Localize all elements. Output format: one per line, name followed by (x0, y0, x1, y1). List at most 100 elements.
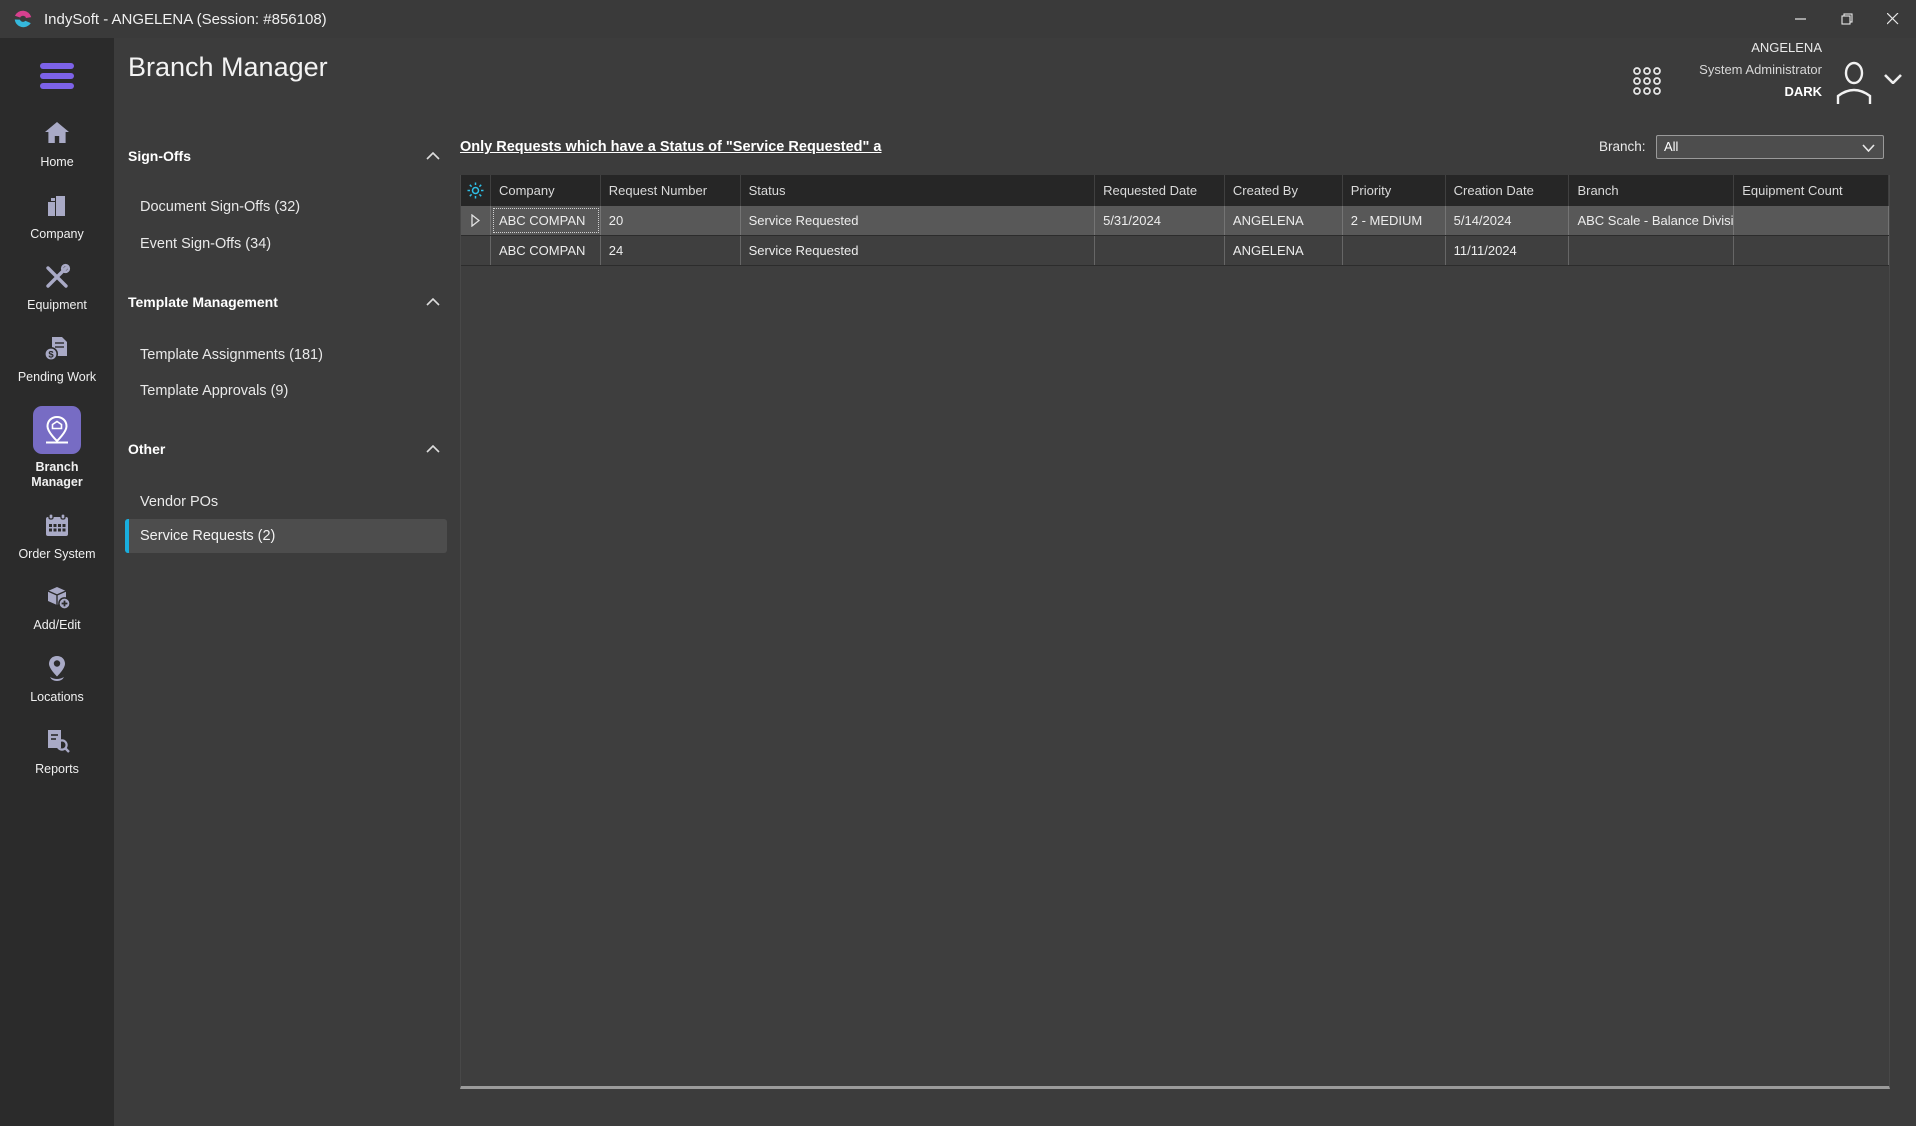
document-dollar-icon: $ (42, 334, 72, 364)
cell-equipment_count[interactable] (1734, 236, 1889, 265)
cell-branch[interactable] (1569, 236, 1734, 265)
app-logo-icon (12, 8, 34, 30)
close-button[interactable] (1870, 0, 1916, 38)
building-icon (42, 191, 72, 221)
chevron-down-icon (1862, 144, 1875, 152)
sun-settings-icon (467, 182, 484, 199)
minimize-icon (1795, 13, 1807, 25)
row-expand-button[interactable] (461, 206, 491, 235)
restore-button[interactable] (1824, 0, 1870, 38)
column-header-created_by[interactable]: Created By (1225, 175, 1343, 206)
cell-equipment_count[interactable] (1734, 206, 1889, 235)
cell-priority[interactable]: 2 - MEDIUM (1343, 206, 1446, 235)
cell-request_number[interactable]: 20 (601, 206, 741, 235)
menu-item-service-requests[interactable]: Service Requests (2) (125, 519, 447, 553)
minimize-button[interactable] (1778, 0, 1824, 38)
sidebar-item-label: Reports (35, 762, 79, 778)
sidebar-item-equipment[interactable]: Equipment (16, 253, 98, 325)
sidebar-item-branch-manager[interactable]: BranchManager (16, 397, 98, 502)
cell-created_by[interactable]: ANGELENA (1225, 236, 1343, 265)
menu-item-template-approvals[interactable]: Template Approvals (9) (140, 383, 288, 399)
sidebar-item-add-edit[interactable]: Add/Edit (16, 573, 98, 645)
close-icon (1887, 13, 1899, 25)
cell-request_number[interactable]: 24 (601, 236, 741, 265)
menu-item-event-sign-offs[interactable]: Event Sign-Offs (34) (140, 236, 271, 252)
selection-accent-bar (125, 519, 129, 553)
cell-branch[interactable]: ABC Scale - Balance Divisi (1569, 206, 1734, 235)
home-icon (42, 119, 72, 149)
user-name: ANGELENA (1699, 40, 1822, 55)
user-role: System Administrator (1699, 62, 1822, 77)
service-requests-grid: CompanyRequest NumberStatusRequested Dat… (460, 175, 1890, 1089)
column-header-request_number[interactable]: Request Number (601, 175, 741, 206)
cell-status[interactable]: Service Requested (741, 206, 1095, 235)
sidebar-item-company[interactable]: Company (16, 182, 98, 254)
window-title: IndySoft - ANGELENA (Session: #856108) (44, 11, 327, 28)
branch-dropdown-value: All (1664, 139, 1678, 154)
chevron-down-icon[interactable] (1884, 74, 1902, 84)
sidebar-item-label: Locations (30, 690, 84, 706)
grid-header-row: CompanyRequest NumberStatusRequested Dat… (461, 175, 1889, 206)
sidebar-item-pending-work[interactable]: $ Pending Work (16, 325, 98, 397)
menu-item-label: Service Requests (2) (140, 528, 275, 544)
status-filter-notice: Only Requests which have a Status of "Se… (460, 139, 882, 155)
cell-company[interactable]: ABC COMPAN (491, 206, 601, 235)
branch-filter-label: Branch: (1599, 139, 1646, 154)
grid-row[interactable]: ABC COMPAN20Service Requested5/31/2024AN… (461, 206, 1889, 236)
avatar[interactable] (1830, 58, 1878, 106)
hamburger-menu-icon[interactable] (38, 62, 76, 90)
titlebar: IndySoft - ANGELENA (Session: #856108) (0, 0, 1916, 38)
row-expand-button[interactable] (461, 236, 491, 265)
menu-item-vendor-pos[interactable]: Vendor POs (140, 494, 218, 510)
section-template-management[interactable]: Template Management (128, 294, 440, 310)
section-title: Other (128, 441, 165, 457)
cell-priority[interactable] (1343, 236, 1446, 265)
section-title: Sign-Offs (128, 148, 191, 164)
app-grid-icon[interactable] (1632, 66, 1662, 96)
menu-item-template-assignments[interactable]: Template Assignments (181) (140, 347, 323, 363)
column-header-status[interactable]: Status (741, 175, 1095, 206)
column-header-equipment_count[interactable]: Equipment Count (1734, 175, 1889, 206)
column-header-creation_date[interactable]: Creation Date (1446, 175, 1570, 206)
column-header-requested_date[interactable]: Requested Date (1095, 175, 1225, 206)
column-header-company[interactable]: Company (491, 175, 601, 206)
sidebar-item-label: BranchManager (31, 460, 82, 491)
sidebar-item-locations[interactable]: Locations (16, 645, 98, 717)
cell-created_by[interactable]: ANGELENA (1225, 206, 1343, 235)
sidebar-item-label: Add/Edit (33, 618, 80, 634)
sidebar-item-label: Pending Work (18, 370, 96, 386)
chevron-up-icon[interactable] (426, 298, 440, 306)
cell-creation_date[interactable]: 5/14/2024 (1446, 206, 1570, 235)
section-title: Template Management (128, 294, 278, 310)
branch-dropdown[interactable]: All (1656, 135, 1884, 159)
tools-icon (42, 262, 72, 292)
restore-icon (1841, 13, 1854, 26)
section-sign-offs[interactable]: Sign-Offs (128, 148, 440, 164)
page-title: Branch Manager (128, 52, 328, 83)
cell-company[interactable]: ABC COMPAN (491, 236, 601, 265)
user-info: ANGELENA System Administrator DARK (1699, 40, 1822, 99)
svg-text:$: $ (48, 349, 54, 360)
branch-pin-icon (42, 415, 72, 445)
chevron-up-icon[interactable] (426, 445, 440, 453)
cell-status[interactable]: Service Requested (741, 236, 1095, 265)
sidebar-item-label: Order System (18, 547, 95, 563)
menu-panel: Sign-Offs Document Sign-Offs (32) Event … (114, 38, 455, 1126)
expand-triangle-icon (471, 214, 480, 227)
grid-customize-button[interactable] (461, 175, 491, 206)
cell-requested_date[interactable] (1095, 236, 1225, 265)
cell-requested_date[interactable]: 5/31/2024 (1095, 206, 1225, 235)
sidebar: HomeCompanyEquipment $ Pending Work BranchM… (0, 38, 114, 1126)
cell-creation_date[interactable]: 11/11/2024 (1446, 236, 1570, 265)
calendar-icon (42, 511, 72, 541)
menu-item-document-sign-offs[interactable]: Document Sign-Offs (32) (140, 199, 300, 215)
sidebar-item-order-system[interactable]: Order System (16, 502, 98, 574)
sidebar-item-home[interactable]: Home (16, 110, 98, 182)
chevron-up-icon[interactable] (426, 152, 440, 160)
section-other[interactable]: Other (128, 441, 440, 457)
grid-row[interactable]: ABC COMPAN24Service Requested ANGELENA 11/… (461, 236, 1889, 266)
sidebar-item-reports[interactable]: Reports (16, 717, 98, 789)
column-header-branch[interactable]: Branch (1569, 175, 1734, 206)
column-header-priority[interactable]: Priority (1343, 175, 1446, 206)
theme-label: DARK (1699, 84, 1822, 99)
